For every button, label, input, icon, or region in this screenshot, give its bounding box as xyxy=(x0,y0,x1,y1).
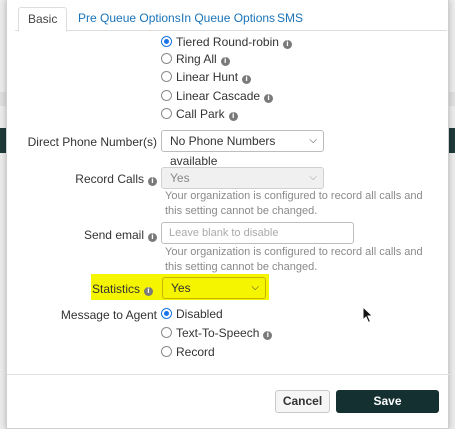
radio-label: Tiered Round-robin xyxy=(176,35,279,49)
select-value: No Phone Numbers available xyxy=(170,134,276,168)
radio-button[interactable] xyxy=(161,71,172,82)
radio-button[interactable] xyxy=(161,308,172,319)
statistics-label: Statistics i xyxy=(92,282,153,296)
radio-option-record[interactable]: Record xyxy=(161,344,215,360)
info-icon[interactable]: i xyxy=(220,57,230,66)
save-button[interactable]: Save xyxy=(336,390,439,413)
radio-option-disabled[interactable]: Disabled xyxy=(161,306,223,322)
direct-phone-select[interactable]: No Phone Numbers available ⌵ xyxy=(161,130,324,168)
radio-label: Linear Hunt xyxy=(176,70,239,84)
cancel-button[interactable]: Cancel xyxy=(275,390,330,413)
send-email-help-text: Your organization is configured to recor… xyxy=(165,246,423,273)
radio-label: Call Park xyxy=(176,107,225,121)
send-email-input[interactable]: Leave blank to disable xyxy=(161,222,354,244)
statistics-select[interactable]: Yes ⌵ xyxy=(162,277,266,299)
radio-label: Disabled xyxy=(176,307,223,321)
radio-button[interactable] xyxy=(161,108,172,119)
radio-option-linear-cascade[interactable]: Linear Cascade i xyxy=(161,88,274,104)
radio-button[interactable] xyxy=(161,346,172,357)
record-calls-help-text: Your organization is configured to recor… xyxy=(165,190,423,217)
statistics-label-text: Statistics xyxy=(91,282,140,296)
tab-basic[interactable]: Basic xyxy=(18,7,68,32)
radio-option-text-to-speech[interactable]: Text-To-Speech i xyxy=(161,325,273,341)
radio-option-call-park[interactable]: Call Park i xyxy=(161,106,238,122)
send-email-label: Send email i xyxy=(84,228,157,242)
send-email-label-text: Send email xyxy=(83,228,144,242)
message-to-agent-label: Message to Agent xyxy=(60,308,157,322)
info-icon[interactable]: i xyxy=(282,40,292,49)
modal-footer: Cancel Save xyxy=(7,374,450,429)
info-icon[interactable]: i xyxy=(148,177,157,186)
mouse-cursor-icon xyxy=(362,306,374,324)
direct-phone-label: Direct Phone Number(s) xyxy=(27,135,157,149)
radio-option-ring-all[interactable]: Ring All i xyxy=(161,51,230,67)
record-calls-label: Record Calls i xyxy=(75,172,157,186)
queue-settings-modal: Basic Pre Queue Options In Queue Options… xyxy=(6,0,450,429)
chevron-down-icon: ⌵ xyxy=(251,282,259,293)
radio-option-tiered-round-robin[interactable]: Tiered Round-robin i xyxy=(161,34,292,50)
tab-bar: Basic Pre Queue Options In Queue Options… xyxy=(15,5,447,32)
select-value: Yes xyxy=(171,281,191,295)
select-value: Yes xyxy=(170,171,190,185)
radio-label: Linear Cascade xyxy=(176,89,261,103)
record-calls-label-text: Record Calls xyxy=(75,172,144,186)
info-icon[interactable]: i xyxy=(148,233,157,242)
info-icon[interactable]: i xyxy=(228,112,238,121)
radio-button[interactable] xyxy=(161,36,172,47)
chevron-down-icon: ⌵ xyxy=(309,172,317,183)
radio-label: Ring All xyxy=(176,52,217,66)
tab-sms[interactable]: SMS xyxy=(268,7,312,31)
radio-label: Record xyxy=(176,345,215,359)
radio-button[interactable] xyxy=(161,53,172,64)
radio-button[interactable] xyxy=(161,90,172,101)
record-calls-select: Yes ⌵ xyxy=(161,167,324,189)
chevron-down-icon: ⌵ xyxy=(309,135,317,146)
info-icon[interactable]: i xyxy=(263,331,273,340)
info-icon[interactable]: i xyxy=(242,75,252,84)
radio-button[interactable] xyxy=(161,327,172,338)
radio-option-linear-hunt[interactable]: Linear Hunt i xyxy=(161,69,252,85)
info-icon[interactable]: i xyxy=(144,287,153,296)
info-icon[interactable]: i xyxy=(264,94,274,103)
radio-label: Text-To-Speech xyxy=(176,326,260,340)
